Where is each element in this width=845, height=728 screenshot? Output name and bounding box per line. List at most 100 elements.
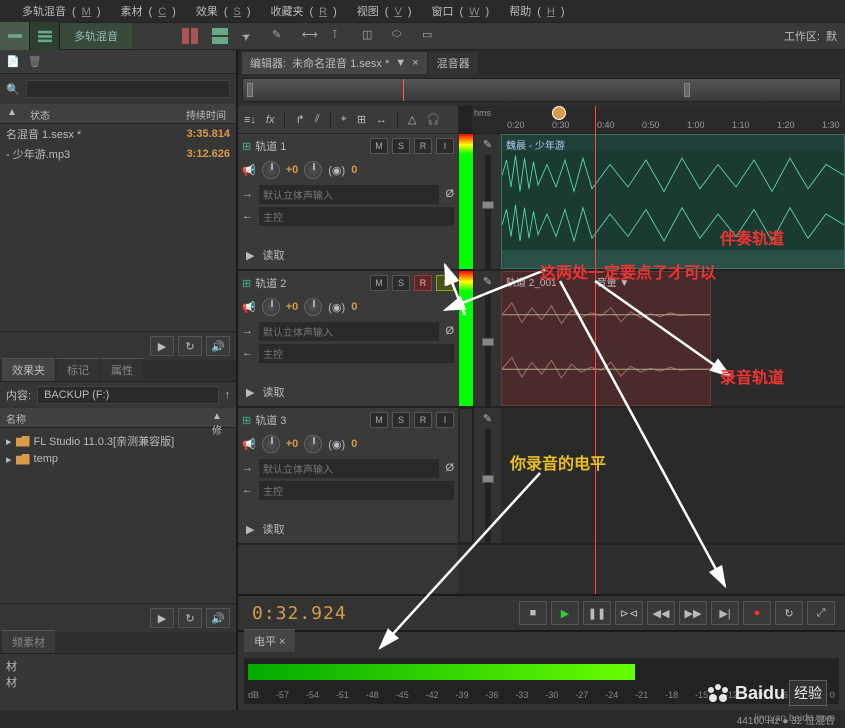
tab-freq[interactable]: 频素材 xyxy=(2,630,55,653)
group-icon[interactable]: ⊞ xyxy=(357,113,366,126)
tab-properties[interactable]: 属性 xyxy=(101,358,143,381)
file-row[interactable]: 名混音 1.sesx * 3:35.814 xyxy=(0,124,236,144)
expand-icon[interactable]: ▶ xyxy=(246,249,254,262)
slip-tool-icon[interactable]: ◫ xyxy=(362,28,378,44)
metronome-icon[interactable]: △ xyxy=(408,113,416,126)
play-preview-button[interactable]: ▶ xyxy=(150,336,174,356)
menu-clip[interactable]: 素材(C) xyxy=(109,1,182,21)
track-color-icon[interactable]: ⊞ xyxy=(242,140,251,153)
monitor-input-button[interactable]: I xyxy=(436,412,454,428)
input-routing-icon[interactable]: ≡↓ xyxy=(244,114,256,126)
eq-icon[interactable]: ⫽ xyxy=(315,113,320,126)
playhead[interactable] xyxy=(595,106,596,594)
tab-effects-rack[interactable]: 效果夹 xyxy=(2,358,55,381)
arm-record-button[interactable]: R xyxy=(414,412,432,428)
waveform-mode-button[interactable] xyxy=(0,22,30,50)
monitor-icon[interactable]: 🎧 xyxy=(427,113,441,126)
view-stack-icon[interactable] xyxy=(212,28,228,44)
expand-icon[interactable]: ▶ xyxy=(246,523,254,536)
play-browse-button[interactable]: ▶ xyxy=(150,608,174,628)
editor-tab-session[interactable]: 编辑器: 未命名混音 1.sesx * ▼ × xyxy=(242,52,427,74)
monitor-input-button[interactable]: I xyxy=(436,275,454,291)
clip-lane-3[interactable] xyxy=(501,408,845,543)
menu-help[interactable]: 帮助(H) xyxy=(497,1,570,21)
workspace-value[interactable]: 默 xyxy=(826,28,837,44)
rewind-button[interactable]: ◀◀ xyxy=(647,601,675,625)
track-fader[interactable] xyxy=(485,155,491,269)
navigator[interactable] xyxy=(242,78,841,102)
fx-icon[interactable]: fx xyxy=(266,114,275,126)
track-header-2[interactable]: ⊞ 轨道 2 M S R I 📢+0 (◉)0 →默认立体声输入Ø ←主控 ▶读… xyxy=(238,271,458,408)
volume-knob[interactable] xyxy=(262,298,280,316)
menu-multitrack[interactable]: 多轨混音(M) xyxy=(10,1,107,21)
ripple-icon[interactable]: ↔ xyxy=(376,114,387,126)
tab-dropdown-icon[interactable]: ▼ xyxy=(395,57,406,69)
loop-preview-button[interactable]: ↻ xyxy=(178,336,202,356)
timeline-marker[interactable] xyxy=(552,106,566,120)
send-icon[interactable]: ↱ xyxy=(295,113,304,126)
lasso-tool-icon[interactable]: ⬭ xyxy=(392,28,408,44)
fastforward-button[interactable]: ▶▶ xyxy=(679,601,707,625)
mute-button[interactable]: M xyxy=(370,138,388,154)
record-button[interactable]: ● xyxy=(743,601,771,625)
pan-knob[interactable] xyxy=(304,161,322,179)
audio-clip[interactable]: 魏晨 - 少年游 xyxy=(501,134,845,269)
skip-button[interactable]: ⤢ xyxy=(807,601,835,625)
loop-button[interactable]: ↻ xyxy=(775,601,803,625)
brush-tool-icon[interactable]: ✎ xyxy=(272,28,288,44)
autoplay-browse-button[interactable]: 🔊 xyxy=(206,608,230,628)
track-color-icon[interactable]: ⊞ xyxy=(242,414,251,427)
pause-button[interactable]: ❚❚ xyxy=(583,601,611,625)
mute-button[interactable]: M xyxy=(370,275,388,291)
goto-end-button[interactable]: ▶| xyxy=(711,601,739,625)
play-button[interactable]: ▶ xyxy=(551,601,579,625)
up-folder-icon[interactable]: ↑ xyxy=(225,389,231,401)
clip-lane-2[interactable]: 轨道 2_001音量 ▼ xyxy=(501,271,845,406)
tab-markers[interactable]: 标记 xyxy=(57,358,99,381)
menu-window[interactable]: 窗口(W) xyxy=(419,1,495,21)
track-header-1[interactable]: ⊞ 轨道 1 M S R I 📢+0 (◉)0 →默认立体声输入Ø ←主控 ▶读… xyxy=(238,134,458,271)
content-dropdown[interactable]: BACKUP (F:) xyxy=(37,386,218,404)
solo-button[interactable]: S xyxy=(392,412,410,428)
recording-clip[interactable]: 轨道 2_001音量 ▼ xyxy=(501,271,711,406)
volume-knob[interactable] xyxy=(262,161,280,179)
mute-button[interactable]: M xyxy=(370,412,388,428)
close-tab-icon[interactable]: × xyxy=(412,57,418,69)
solo-button[interactable]: S xyxy=(392,138,410,154)
autoplay-button[interactable]: 🔊 xyxy=(206,336,230,356)
folder-item[interactable]: ▸ temp xyxy=(6,450,230,468)
snap-icon[interactable]: ⌖ xyxy=(341,113,347,126)
delete-icon[interactable]: 🗑 xyxy=(28,55,42,68)
track-color-icon[interactable]: ⊞ xyxy=(242,277,251,290)
file-search-input[interactable] xyxy=(26,80,230,98)
expand-icon[interactable]: ▶ xyxy=(246,386,254,399)
skip-selection-button[interactable]: ⊳⊲ xyxy=(615,601,643,625)
volume-knob[interactable] xyxy=(262,435,280,453)
move-tool-icon[interactable]: ➤ xyxy=(239,25,261,47)
timeline-ruler[interactable]: hms 0:20 0:30 0:40 0:50 1:00 1:10 1:20 1… xyxy=(472,106,845,133)
file-row[interactable]: - 少年游.mp3 3:12.626 xyxy=(0,144,236,164)
cut-tool-icon[interactable]: ⊺ xyxy=(332,28,348,44)
arm-record-button[interactable]: R xyxy=(414,138,432,154)
pan-knob[interactable] xyxy=(304,298,322,316)
menu-view[interactable]: 视图(V) xyxy=(345,1,418,21)
multitrack-mode-button[interactable] xyxy=(30,22,60,50)
track-fader[interactable] xyxy=(485,292,491,406)
monitor-input-button[interactable]: I xyxy=(436,138,454,154)
stop-button[interactable]: ■ xyxy=(519,601,547,625)
arm-record-button[interactable]: R xyxy=(414,275,432,291)
folder-item[interactable]: ▸ FL Studio 11.0.3[亲测兼容版] xyxy=(6,432,230,450)
view-split-icon[interactable] xyxy=(182,28,198,44)
menu-favorites[interactable]: 收藏夹(R) xyxy=(259,1,343,21)
editor-tab-mixer[interactable]: 混音器 xyxy=(429,52,478,74)
clip-lane-1[interactable]: 魏晨 - 少年游 xyxy=(501,134,845,269)
import-icon[interactable]: 📄 xyxy=(6,55,20,68)
track-fader[interactable] xyxy=(485,429,491,543)
loop-browse-button[interactable]: ↻ xyxy=(178,608,202,628)
time-tool-icon[interactable]: ⟷ xyxy=(302,28,318,44)
tab-levels[interactable]: 电平 × xyxy=(244,629,295,652)
solo-button[interactable]: S xyxy=(392,275,410,291)
pan-knob[interactable] xyxy=(304,435,322,453)
menu-effects[interactable]: 效果(S) xyxy=(184,1,257,21)
track-header-3[interactable]: ⊞ 轨道 3 M S R I 📢+0 (◉)0 →默认立体声输入Ø ←主控 ▶读… xyxy=(238,408,458,545)
